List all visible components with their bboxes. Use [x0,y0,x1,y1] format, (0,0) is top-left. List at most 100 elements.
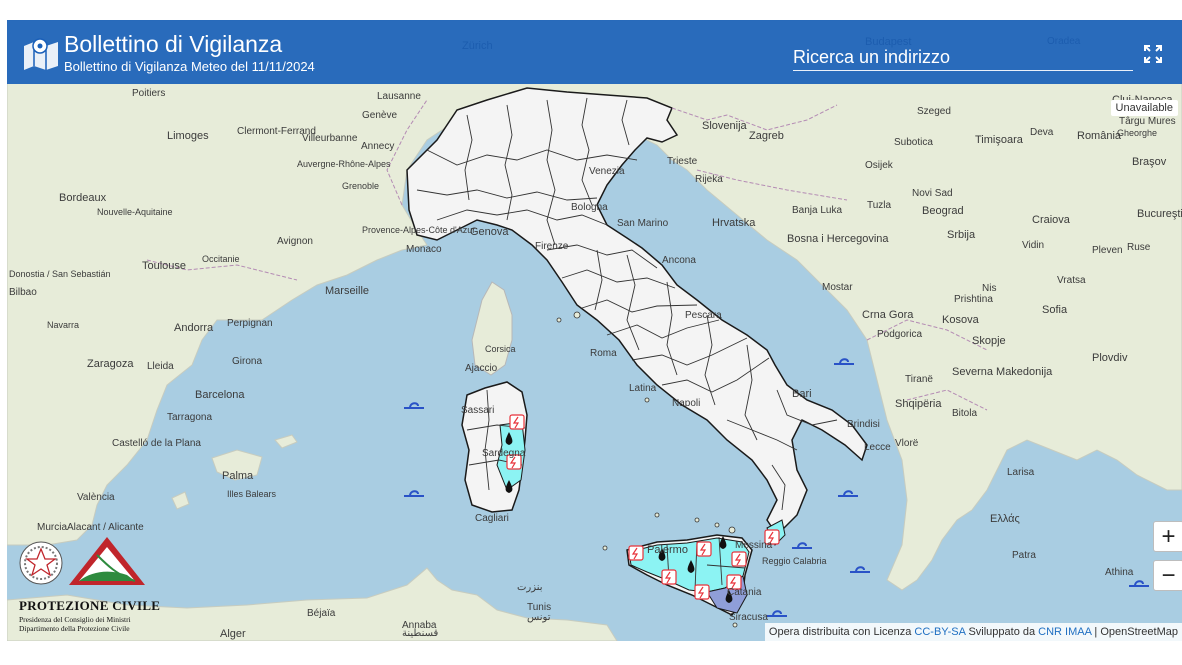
place-label: Vratsa [1057,275,1086,286]
place-label: Toulouse [142,260,186,272]
place-label: Brindisi [847,419,880,430]
place-label: Vidin [1022,240,1044,251]
place-label: Pleven [1092,245,1123,256]
place-label: Severna Makedonija [952,366,1053,378]
org-title: PROTEZIONE CIVILE [19,598,161,613]
place-label: Alger [220,628,246,640]
lightning-icon [694,584,710,600]
place-label: Siracusa [729,612,768,623]
place-label: Sardegna [482,448,526,459]
civil-protection-icon [69,537,145,585]
place-label: Ελλάς [990,513,1020,525]
place-label: Beograd [922,205,964,217]
license-link[interactable]: CC-BY-SA [914,626,965,638]
place-label: Shqipëria [895,398,942,410]
place-label: Novi Sad [912,188,953,199]
place-label: Sofia [1042,304,1068,316]
place-label: Grenoble [342,181,379,191]
place-label: Zaragoza [87,358,134,370]
place-label: Napoli [672,398,700,409]
map-canvas[interactable]: ZürichBudapestOradeaCluj-NapocaTârgu Mur… [7,20,1182,641]
place-label: Donostia / San Sebastián [9,269,111,279]
place-label: Larisa [1007,467,1035,478]
place-label: Roma [590,348,617,359]
lightning-icon [731,551,747,567]
place-label: Corsica [485,344,516,354]
place-label: Timişoara [975,134,1024,146]
place-label: Girona [232,356,262,367]
place-label: Tiranë [905,374,933,385]
place-label: Messina [735,540,773,551]
place-label: Latina [629,383,657,394]
zoom-in-button[interactable]: + [1153,521,1182,552]
place-label: Srbija [947,229,976,241]
place-label: Alacant / Alicante [67,522,144,533]
app-header: Bollettino di Vigilanza Bollettino di Vi… [7,20,1182,84]
lightning-icon [661,569,677,585]
place-label: Ruse [1127,242,1151,253]
place-label: Subotica [894,137,933,148]
place-label: Bucureşti [1137,208,1182,220]
place-label: Kosova [942,314,980,326]
place-label: Bosna i Hercegovina [787,233,889,245]
lightning-icon [628,545,644,561]
place-label: Perpignan [227,318,273,329]
place-label: Monaco [406,244,442,255]
place-label: Genève [362,110,397,121]
place-label: Castelló de la Plana [112,438,201,449]
place-label: Nis [982,283,996,294]
place-label: Cagliari [475,513,509,524]
place-label: Bari [792,388,812,400]
place-label: Reggio Calabria [762,556,827,566]
bulletin-subtitle: Bollettino di Vigilanza Meteo del 11/11/… [64,59,315,74]
map-pin-icon [24,38,58,70]
place-label: Patra [1012,550,1036,561]
org-line-2: Dipartimento della Protezione Civile [19,624,130,633]
place-label: Limoges [167,130,209,142]
place-label: Braşov [1132,156,1167,168]
place-label: San Marino [617,218,669,229]
place-label: Illes Balears [227,489,277,499]
address-search-input[interactable] [793,44,1133,71]
place-label: Palermo [647,544,688,556]
place-label: Banja Luka [792,205,842,216]
fullscreen-icon[interactable] [1143,44,1163,64]
developer-link[interactable]: CNR IMAA [1038,626,1091,638]
place-label: Auvergne-Rhône-Alpes [297,159,391,169]
place-label: Tuzla [867,200,892,211]
place-label: Navarra [47,320,79,330]
attribution-separator: | [1094,626,1098,638]
place-label: Slovenija [702,120,748,132]
place-label: Deva [1030,127,1054,138]
place-label: Venezia [589,166,625,177]
place-label: Athina [1105,567,1134,578]
place-label: Tarragona [167,412,212,423]
place-label: Skopje [972,335,1006,347]
place-label: Provence-Alpes-Côte d'Azur [362,225,475,235]
place-label: Pescara [685,310,722,321]
zoom-out-button[interactable]: − [1153,560,1182,591]
place-label: Poitiers [132,88,165,99]
place-label: Nouvelle-Aquitaine [97,207,173,217]
place-label: Andorra [174,322,214,334]
place-label: Lausanne [377,91,421,102]
place-label: Szeged [917,106,951,117]
place-label: Vlorë [895,438,919,449]
place-label: Ancona [662,255,696,266]
place-label: Hrvatska [712,217,756,229]
italian-emblem-icon [19,541,63,585]
place-label: Bitola [952,408,977,419]
place-label: Palma [222,470,254,482]
place-label: Podgorica [877,329,922,340]
place-label: Osijek [865,160,894,171]
place-label: Bologna [571,202,608,213]
place-label: Genova [470,226,509,238]
place-label: Crna Gora [862,309,914,321]
place-label: Ajaccio [465,363,498,374]
map-frame[interactable]: ZürichBudapestOradeaCluj-NapocaTârgu Mur… [7,20,1182,641]
osm-credit: OpenStreetMap [1100,626,1178,638]
place-label: تونس [527,612,551,623]
place-label: Sassari [461,405,494,416]
place-label: Târgu Mures [1119,116,1176,127]
place-label: România [1077,130,1122,142]
